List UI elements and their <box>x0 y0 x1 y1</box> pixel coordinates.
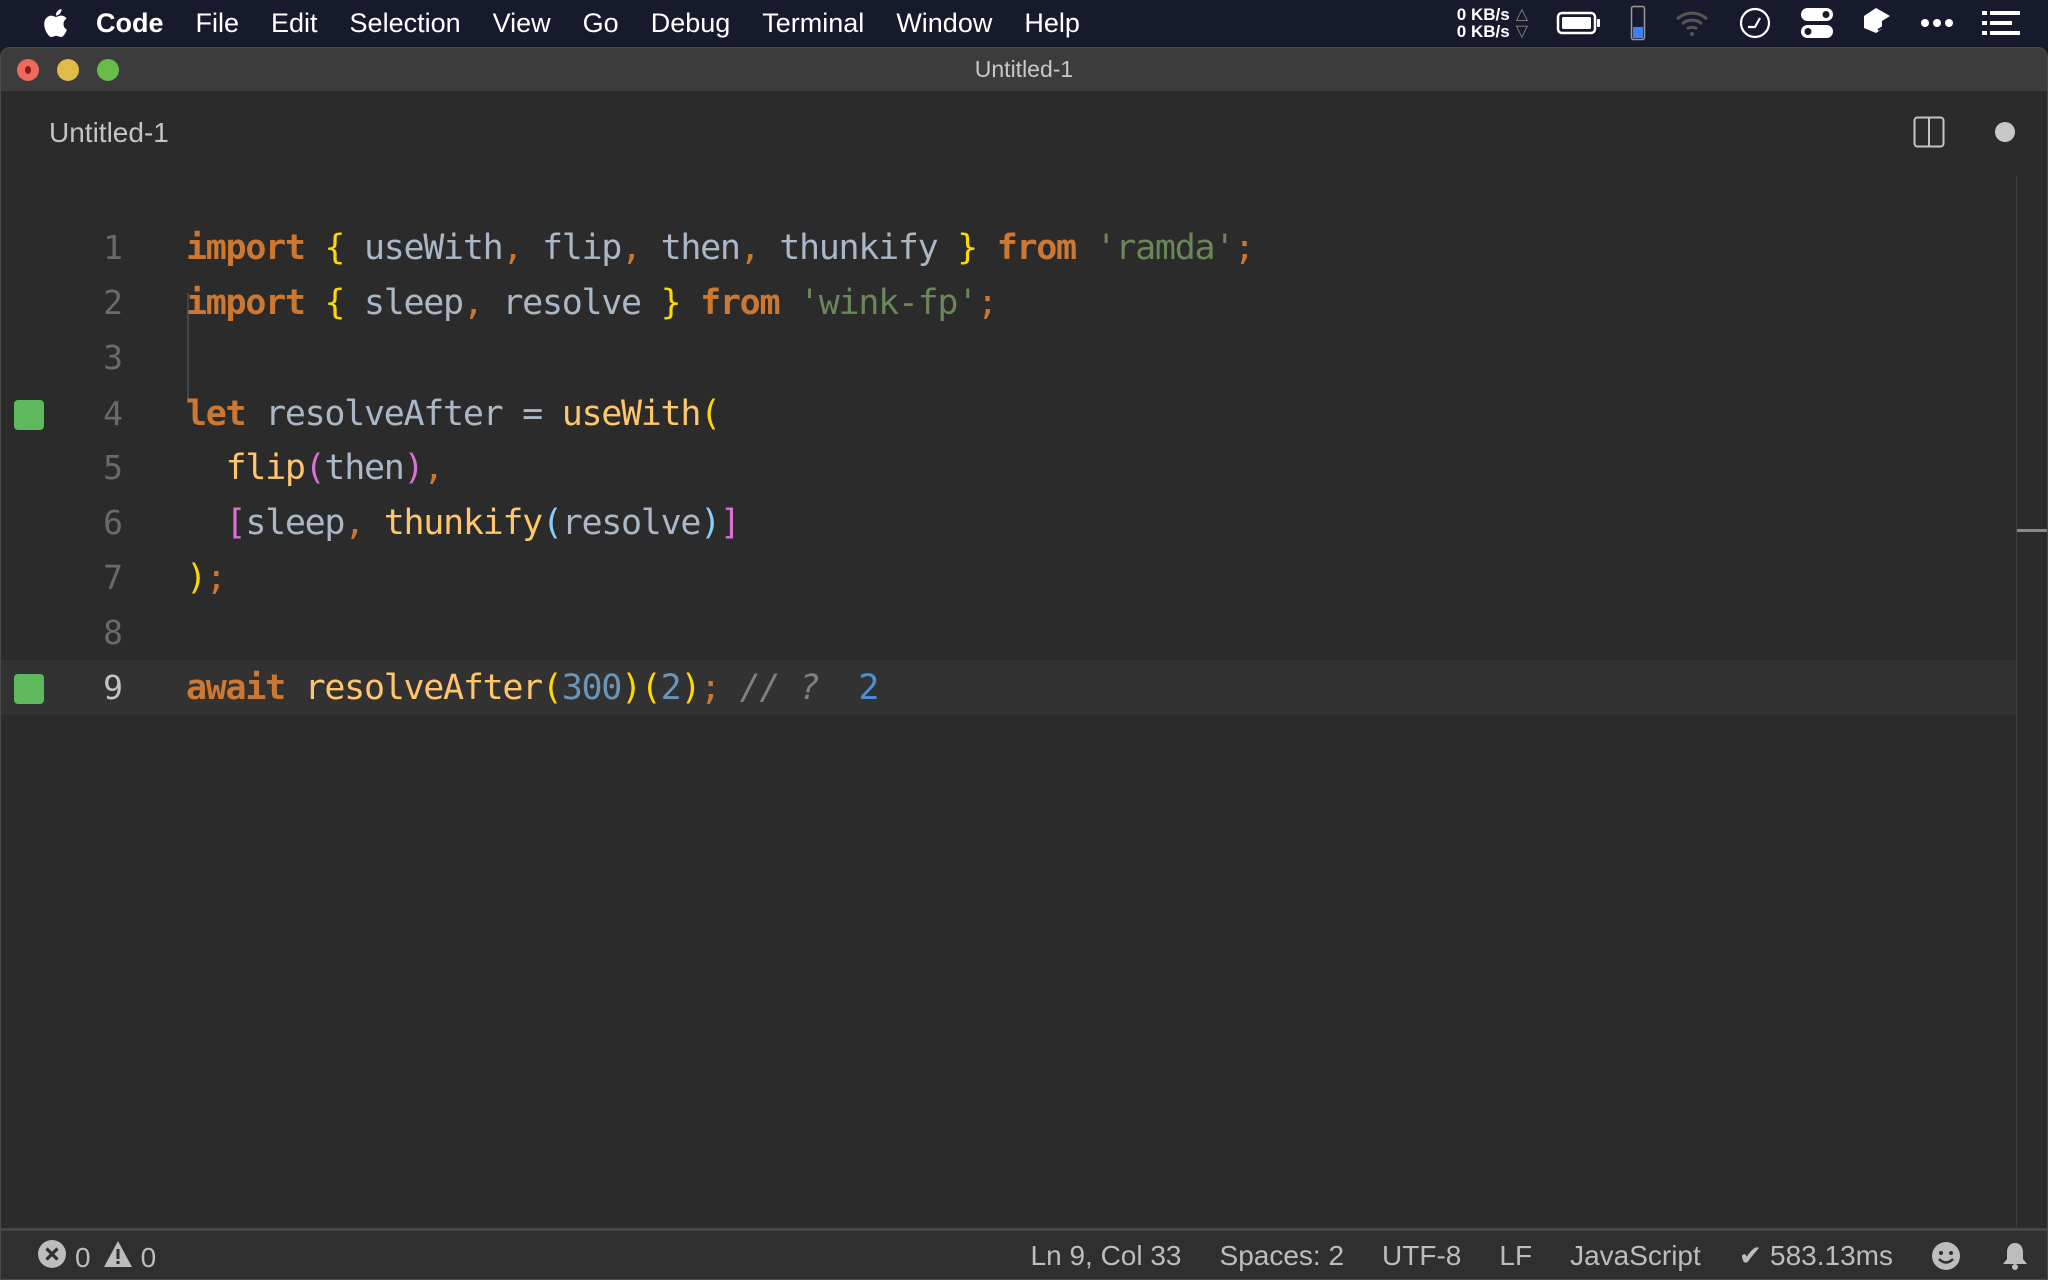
warning-count: 0 <box>140 1241 157 1273</box>
minimap-border <box>2016 176 2017 1276</box>
line-number: 3 <box>103 338 123 377</box>
menu-help[interactable]: Help <box>1024 8 1080 39</box>
coverage-marker-icon <box>14 674 44 704</box>
coverage-marker-icon <box>14 400 44 430</box>
code-editor[interactable]: 1 import { useWith, flip, then, thunkify… <box>1 176 2047 1276</box>
menu-file[interactable]: File <box>196 8 240 39</box>
code-line[interactable]: 1 import { useWith, flip, then, thunkify… <box>1 220 2017 275</box>
line-number: 9 <box>103 668 123 707</box>
menubar-tray: 0 KB/s 0 KB/s △ ▽ <box>1457 0 2048 46</box>
code-line[interactable]: 3 <box>1 330 2017 385</box>
code-text: import { sleep, resolve } from 'wink-fp'… <box>186 283 998 323</box>
menu-edit[interactable]: Edit <box>271 8 318 39</box>
error-icon <box>37 1239 67 1276</box>
line-number: 5 <box>103 448 123 487</box>
line-number: 2 <box>103 283 123 322</box>
network-speed[interactable]: 0 KB/s 0 KB/s △ ▽ <box>1457 6 1528 40</box>
language-mode[interactable]: JavaScript <box>1570 1240 1701 1272</box>
toggles-icon[interactable] <box>1800 6 1834 40</box>
macos-menu-bar: Code File Edit Selection View Go Debug T… <box>0 0 2048 46</box>
line-number: 6 <box>103 503 123 542</box>
line-number: 7 <box>103 558 123 597</box>
problems-indicator[interactable]: 0 0 <box>37 1239 168 1276</box>
code-text: [sleep, thunkify(resolve)] <box>225 503 741 543</box>
download-speed: 0 KB/s <box>1456 22 1510 41</box>
window-title: Untitled-1 <box>974 56 1074 82</box>
code-line[interactable]: 5 flip(then), <box>1 440 2017 495</box>
editor-tab-row: Untitled-1 <box>1 91 2047 176</box>
wifi-icon[interactable] <box>1674 9 1710 37</box>
vscode-window: Untitled-1 Untitled-1 1 import { useWith… <box>0 47 2048 1280</box>
menu-terminal[interactable]: Terminal <box>762 8 864 39</box>
tab-untitled-1[interactable]: Untitled-1 <box>49 117 169 149</box>
code-line[interactable]: 6 [sleep, thunkify(resolve)] <box>1 495 2017 550</box>
menu-window[interactable]: Window <box>896 8 992 39</box>
quokka-timing[interactable]: ✔ 583.13ms <box>1739 1239 1893 1272</box>
code-line[interactable]: 7 ); <box>1 550 2017 605</box>
quokka-inline-result: 2 <box>858 668 879 708</box>
warning-icon <box>103 1239 133 1276</box>
line-number: 4 <box>103 394 123 433</box>
apple-logo-icon[interactable] <box>40 8 70 38</box>
cursor-position[interactable]: Ln 9, Col 33 <box>1031 1240 1182 1272</box>
notifications-bell-icon[interactable] <box>2001 1241 2029 1271</box>
code-text: import { useWith, flip, then, thunkify }… <box>186 228 1255 268</box>
code-text: ); <box>186 558 227 598</box>
code-text: flip(then), <box>225 448 445 488</box>
unsaved-changes-dot-icon[interactable] <box>1995 122 2015 142</box>
box-icon[interactable] <box>1862 6 1892 40</box>
battery-icon[interactable] <box>1556 10 1602 36</box>
upload-speed: 0 KB/s <box>1456 5 1510 24</box>
overview-ruler-cursor[interactable] <box>2017 529 2047 532</box>
clock-icon[interactable] <box>1738 6 1772 40</box>
menu-app-code[interactable]: Code <box>96 8 164 39</box>
list-icon[interactable] <box>1982 10 2020 36</box>
line-number: 8 <box>103 613 123 652</box>
title-bar: Untitled-1 <box>1 48 2047 91</box>
more-icon[interactable] <box>1920 18 1954 28</box>
indentation-setting[interactable]: Spaces: 2 <box>1220 1240 1345 1272</box>
split-editor-icon[interactable] <box>1913 116 1945 148</box>
menu-view[interactable]: View <box>493 8 551 39</box>
error-count: 0 <box>75 1241 91 1273</box>
code-line-current[interactable]: 9 await resolveAfter(300)(2); // ? 2 <box>1 660 2017 715</box>
feedback-smiley-icon[interactable] <box>1931 1241 1961 1271</box>
code-text: await resolveAfter(300)(2); // ? 2 <box>186 668 879 708</box>
file-encoding[interactable]: UTF-8 <box>1382 1240 1461 1272</box>
code-line[interactable]: 8 <box>1 605 2017 660</box>
up-down-arrows-icon: △ ▽ <box>1515 6 1528 40</box>
menu-go[interactable]: Go <box>583 8 619 39</box>
phone-battery-icon[interactable] <box>1630 5 1646 41</box>
menu-selection[interactable]: Selection <box>350 8 461 39</box>
menu-debug[interactable]: Debug <box>651 8 731 39</box>
code-text: let resolveAfter = useWith( <box>186 394 721 434</box>
code-line[interactable]: 2 import { sleep, resolve } from 'wink-f… <box>1 275 2017 330</box>
end-of-line[interactable]: LF <box>1499 1240 1532 1272</box>
status-bar: 0 0 Ln 9, Col 33 Spaces: 2 UTF-8 LF Java… <box>1 1228 2047 1279</box>
code-line[interactable]: 4 let resolveAfter = useWith( <box>1 386 2017 441</box>
line-number: 1 <box>103 228 123 267</box>
